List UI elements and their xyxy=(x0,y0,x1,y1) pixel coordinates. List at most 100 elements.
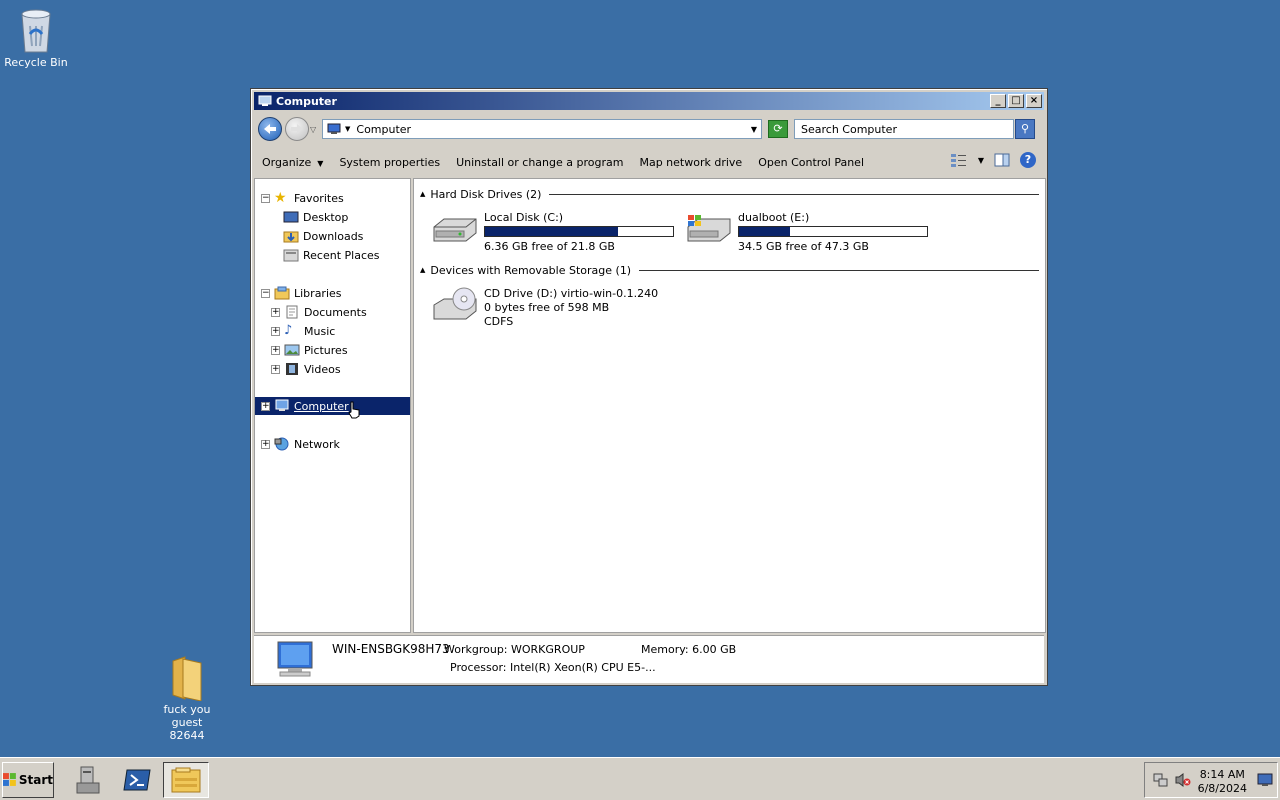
clock-time: 8:14 AM xyxy=(1199,768,1245,781)
guest-folder-desktop-icon[interactable]: fuck you guest 82644 xyxy=(147,655,227,742)
open-control-panel-button[interactable]: Open Control Panel xyxy=(750,156,872,169)
music-icon: ♪ xyxy=(284,323,293,338)
computer-name: WIN-ENSBGK98H73 xyxy=(332,642,450,656)
tree-pictures[interactable]: + Pictures xyxy=(271,341,348,359)
expand-icon[interactable]: + xyxy=(271,307,280,317)
expand-icon[interactable]: + xyxy=(261,439,270,449)
view-options-icon[interactable] xyxy=(950,152,968,168)
start-button[interactable]: Start xyxy=(2,762,54,798)
drive-c[interactable]: Local Disk (C:) 6.36 GB free of 21.8 GB xyxy=(430,211,674,254)
preview-pane-icon[interactable] xyxy=(994,153,1010,167)
desktop-icon xyxy=(283,211,299,223)
tree-music[interactable]: + ♪ Music xyxy=(271,322,335,340)
command-bar: Organize ▼ System properties Uninstall or… xyxy=(254,148,1044,176)
expand-icon[interactable]: + xyxy=(271,326,280,336)
tree-videos[interactable]: + Videos xyxy=(271,360,341,378)
memory-info: Memory: 6.00 GB xyxy=(641,643,737,656)
map-network-drive-button[interactable]: Map network drive xyxy=(631,156,750,169)
tree-computer[interactable]: + Computer xyxy=(255,397,410,419)
drive-d[interactable]: CD Drive (D:) virtio-win-0.1.240 0 bytes… xyxy=(430,287,658,329)
tree-favorites[interactable]: − ★ Favorites xyxy=(261,189,344,207)
collapse-icon[interactable]: − xyxy=(261,288,270,298)
start-label: Start xyxy=(18,773,53,787)
drive-c-usage-bar xyxy=(484,226,674,237)
drive-e-usage-fill xyxy=(739,227,790,236)
refresh-button[interactable]: ⟳ xyxy=(768,120,788,138)
tree-desktop[interactable]: Desktop xyxy=(283,208,348,226)
collapse-icon[interactable]: − xyxy=(261,193,270,203)
drive-d-filesystem: CDFS xyxy=(484,315,514,328)
removable-storage-group[interactable]: ▲ Devices with Removable Storage (1) xyxy=(420,263,1039,277)
drive-e-usage-bar xyxy=(738,226,928,237)
help-icon[interactable]: ? xyxy=(1020,152,1036,168)
tree-libraries[interactable]: − Libraries xyxy=(261,284,342,302)
network-icon xyxy=(274,437,289,451)
drive-e[interactable]: dualboot (E:) 34.5 GB free of 47.3 GB xyxy=(684,211,928,254)
computer-icon xyxy=(258,95,272,106)
view-dropdown-icon[interactable]: ▼ xyxy=(978,156,984,165)
tree-network[interactable]: + Network xyxy=(261,435,340,453)
breadcrumb-arrow-icon[interactable]: ▼ xyxy=(345,125,350,133)
uninstall-program-button[interactable]: Uninstall or change a program xyxy=(448,156,631,169)
network-tray-icon[interactable] xyxy=(1153,772,1169,788)
collapse-group-icon[interactable]: ▲ xyxy=(420,190,425,198)
system-properties-button[interactable]: System properties xyxy=(331,156,448,169)
expand-icon[interactable]: + xyxy=(261,401,270,411)
close-button[interactable]: × xyxy=(1026,94,1042,108)
powershell-icon xyxy=(123,769,151,791)
downloads-folder-icon xyxy=(283,231,299,243)
search-input[interactable]: Search Computer xyxy=(794,119,1014,139)
organize-button[interactable]: Organize ▼ xyxy=(254,156,331,169)
recent-pages-dropdown[interactable]: ▽ xyxy=(310,125,320,134)
tree-documents[interactable]: + Documents xyxy=(271,303,367,321)
address-dropdown-icon[interactable]: ▼ xyxy=(751,125,757,134)
documents-icon xyxy=(286,305,298,319)
volume-muted-icon[interactable] xyxy=(1175,772,1191,788)
guest-folder-label-line2: 82644 xyxy=(169,729,205,742)
drive-d-free-space: 0 bytes free of 598 MB xyxy=(484,301,610,314)
minimize-button[interactable]: _ xyxy=(990,94,1006,108)
drive-d-name: CD Drive (D:) virtio-win-0.1.240 xyxy=(484,287,659,300)
expand-icon[interactable]: + xyxy=(271,364,280,374)
hard-disk-drives-group[interactable]: ▲ Hard Disk Drives (2) xyxy=(420,187,1039,201)
recycle-bin-desktop-icon[interactable]: Recycle Bin xyxy=(0,6,76,69)
title-bar[interactable]: Computer _ □ × xyxy=(254,92,1044,110)
system-tray: 8:14 AM 6/8/2024 xyxy=(1144,762,1278,798)
computer-icon xyxy=(275,399,289,411)
drive-c-usage-fill xyxy=(485,227,619,236)
navigation-bar: ▽ ▼ Computer ▼ ⟳ Search Computer ⚲ xyxy=(254,114,1044,144)
drive-e-free-space: 34.5 GB free of 47.3 GB xyxy=(738,240,869,253)
address-bar[interactable]: ▼ Computer ▼ xyxy=(322,119,762,139)
tree-documents-label: Documents xyxy=(304,305,367,319)
maximize-button[interactable]: □ xyxy=(1008,94,1024,108)
taskbar: Start 8:14 AM 6/8/2024 xyxy=(0,757,1280,800)
chevron-down-icon: ▼ xyxy=(317,158,324,168)
computer-icon xyxy=(327,123,341,134)
recent-places-icon xyxy=(283,249,299,262)
tree-favorites-label: Favorites xyxy=(294,191,344,205)
window-title: Computer xyxy=(276,94,337,108)
expand-icon[interactable]: + xyxy=(271,345,280,355)
show-desktop-icon[interactable] xyxy=(1257,773,1273,787)
clock[interactable]: 8:14 AM 6/8/2024 xyxy=(1198,768,1247,796)
server-manager-icon xyxy=(76,766,100,794)
taskbar-windows-explorer[interactable] xyxy=(163,762,209,798)
tree-libraries-label: Libraries xyxy=(294,286,342,300)
tree-computer-label: Computer xyxy=(294,399,349,413)
removable-storage-header: Devices with Removable Storage (1) xyxy=(430,263,632,277)
taskbar-powershell[interactable] xyxy=(114,762,160,798)
taskbar-server-manager[interactable] xyxy=(65,762,111,798)
tree-recent-places-label: Recent Places xyxy=(303,248,380,262)
search-button[interactable]: ⚲ xyxy=(1015,119,1035,139)
forward-button[interactable] xyxy=(285,117,309,141)
collapse-group-icon[interactable]: ▲ xyxy=(420,266,425,274)
tree-recent-places[interactable]: Recent Places xyxy=(283,246,380,264)
computer-icon xyxy=(277,641,313,677)
search-placeholder: Search Computer xyxy=(801,122,897,136)
recycle-bin-icon xyxy=(21,9,51,53)
back-button[interactable] xyxy=(258,117,282,141)
group-divider xyxy=(549,193,1039,195)
processor-info: Processor: Intel(R) Xeon(R) CPU E5-... xyxy=(450,661,656,674)
drive-c-free-space: 6.36 GB free of 21.8 GB xyxy=(484,240,615,253)
tree-downloads[interactable]: Downloads xyxy=(283,227,363,245)
